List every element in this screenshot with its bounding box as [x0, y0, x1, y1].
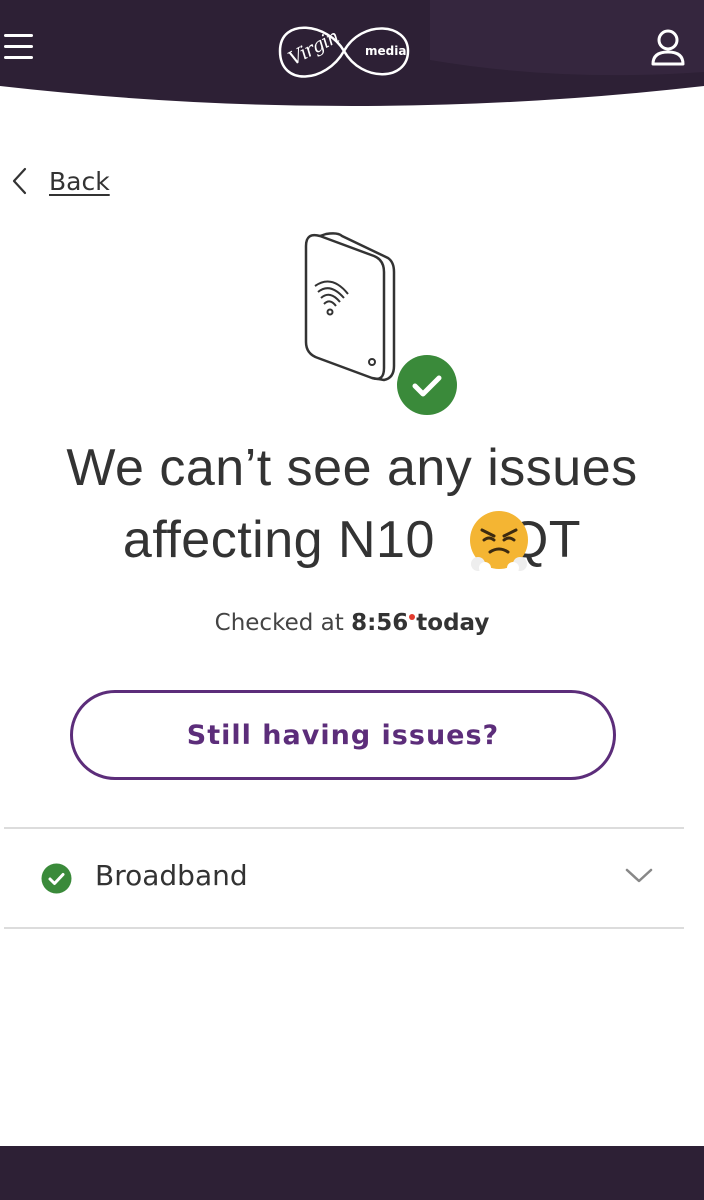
app-header: Virgin media	[0, 0, 704, 112]
virgin-media-logo[interactable]: Virgin media	[278, 13, 410, 91]
checked-time: 8:56	[351, 610, 409, 636]
list-divider-bottom	[4, 927, 684, 929]
router-illustration	[290, 228, 466, 420]
steam-nose-emoji-icon	[470, 511, 528, 574]
checked-suffix: today	[408, 610, 490, 636]
status-headline: We can’t see any issues affecting N10 QT	[0, 432, 704, 576]
service-name: Broadband	[95, 859, 248, 892]
account-button[interactable]	[650, 28, 686, 68]
status-ok-icon	[397, 355, 457, 415]
account-icon	[651, 29, 685, 66]
menu-button[interactable]	[4, 34, 34, 60]
list-divider-top	[4, 827, 684, 829]
still-having-issues-label: Still having issues?	[186, 719, 500, 751]
chevron-left-icon	[12, 167, 27, 195]
checked-prefix: Checked at	[214, 610, 352, 636]
back-link[interactable]: Back	[10, 164, 110, 198]
checked-timestamp: Checked at 8:56 today	[0, 610, 704, 636]
check-circle-icon	[41, 863, 72, 894]
headline-line-1: We can’t see any issues	[66, 439, 638, 497]
still-having-issues-button[interactable]: Still having issues?	[70, 690, 616, 780]
headline-line-2: affecting N10 QT	[0, 504, 704, 576]
service-row-broadband[interactable]: Broadband	[4, 830, 684, 926]
chevron-down-icon	[625, 868, 653, 883]
headline-postcode-prefix: affecting N10	[122, 511, 450, 569]
logo-media-text: media	[365, 44, 407, 58]
back-label: Back	[49, 166, 110, 196]
page-footer	[0, 1146, 704, 1200]
